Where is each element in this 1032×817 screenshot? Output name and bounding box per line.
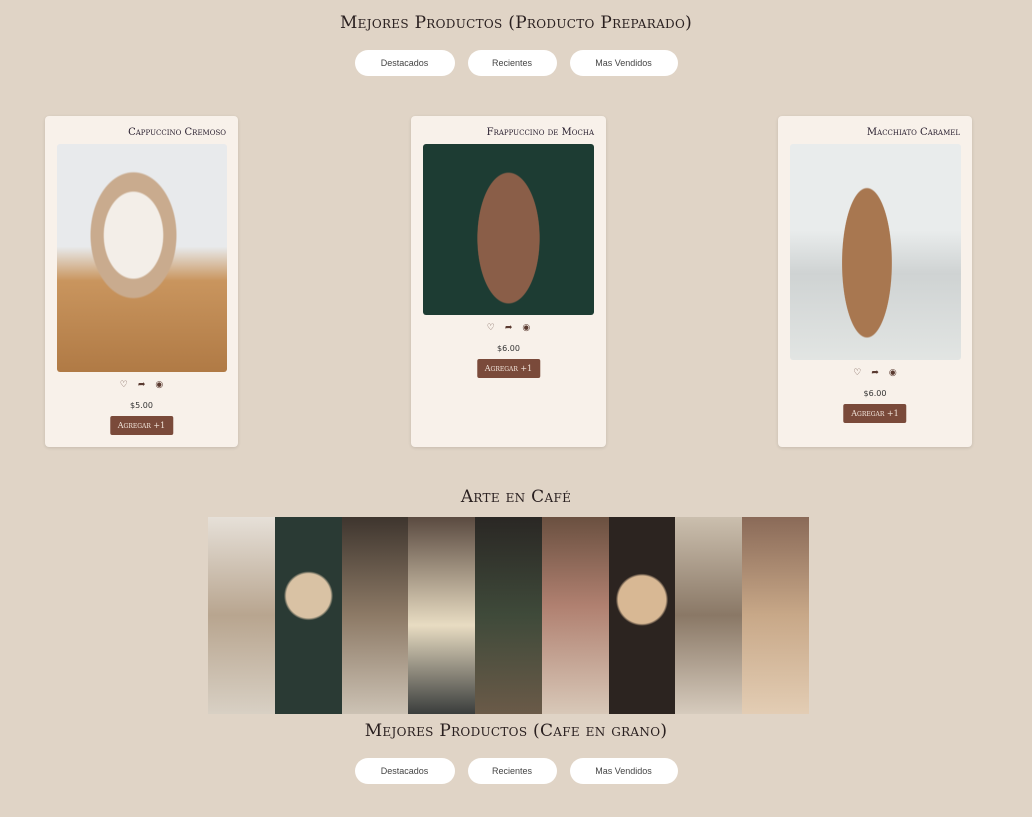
collage-image — [608, 517, 676, 714]
add-to-cart-button[interactable]: Agregar +1 — [843, 404, 907, 423]
product-name: Macchiato Caramel — [866, 127, 960, 138]
collage-image — [475, 517, 542, 714]
add-to-cart-button[interactable]: Agregar +1 — [476, 359, 541, 378]
eye-icon[interactable]: ◉ — [155, 380, 163, 390]
tab-recientes[interactable]: Recientes — [467, 50, 557, 76]
tab-mas-vendidos[interactable]: Mas Vendidos — [569, 50, 678, 76]
share-icon[interactable]: ➦ — [505, 323, 513, 333]
product-name: Frappuccino de Mocha — [486, 127, 594, 138]
filter-tabs-prepared: Destacados Recientes Mas Vendidos — [0, 50, 1032, 76]
product-actions: ♡ ➦ ◉ — [778, 368, 972, 378]
collage-image — [675, 517, 743, 714]
product-price: $6.00 — [863, 389, 887, 398]
collage-image — [274, 517, 342, 714]
heart-icon[interactable]: ♡ — [853, 368, 861, 378]
heart-icon[interactable]: ♡ — [487, 323, 495, 333]
tab-mas-vendidos[interactable]: Mas Vendidos — [569, 758, 678, 784]
product-image[interactable] — [423, 144, 594, 315]
product-image[interactable] — [57, 144, 227, 372]
product-card: Frappuccino de Mocha ♡ ➦ ◉ $6.00 Agregar… — [411, 116, 606, 447]
share-icon[interactable]: ➦ — [871, 368, 879, 378]
product-card: Cappuccino Cremoso ♡ ➦ ◉ $5.00 Agregar +… — [45, 116, 238, 447]
art-title: Arte en Café — [460, 487, 572, 507]
tab-destacados[interactable]: Destacados — [354, 50, 455, 76]
product-image[interactable] — [790, 144, 961, 360]
section-title-prepared: Mejores Productos (Producto Preparado) — [339, 13, 693, 33]
heart-icon[interactable]: ♡ — [120, 380, 128, 390]
collage-image — [208, 517, 275, 714]
product-price: $6.00 — [497, 344, 520, 353]
tab-destacados[interactable]: Destacados — [354, 758, 455, 784]
add-to-cart-button[interactable]: Agregar +1 — [109, 416, 174, 435]
collage-image — [541, 517, 609, 714]
product-card: Macchiato Caramel ♡ ➦ ◉ $6.00 Agregar +1 — [778, 116, 972, 447]
product-name: Cappuccino Cremoso — [128, 127, 226, 138]
collage-image — [341, 517, 409, 714]
product-actions: ♡ ➦ ◉ — [411, 323, 606, 333]
eye-icon[interactable]: ◉ — [889, 368, 897, 378]
product-price: $5.00 — [130, 401, 153, 410]
product-actions: ♡ ➦ ◉ — [45, 380, 238, 390]
filter-tabs-beans: Destacados Recientes Mas Vendidos — [0, 758, 1032, 784]
collage-image — [742, 517, 810, 714]
eye-icon[interactable]: ◉ — [522, 323, 530, 333]
share-icon[interactable]: ➦ — [138, 380, 146, 390]
section-title-beans: Mejores Productos (Cafe en grano) — [364, 721, 668, 741]
tab-recientes[interactable]: Recientes — [467, 758, 557, 784]
collage-image — [408, 517, 476, 714]
coffee-art-collage — [208, 517, 810, 714]
